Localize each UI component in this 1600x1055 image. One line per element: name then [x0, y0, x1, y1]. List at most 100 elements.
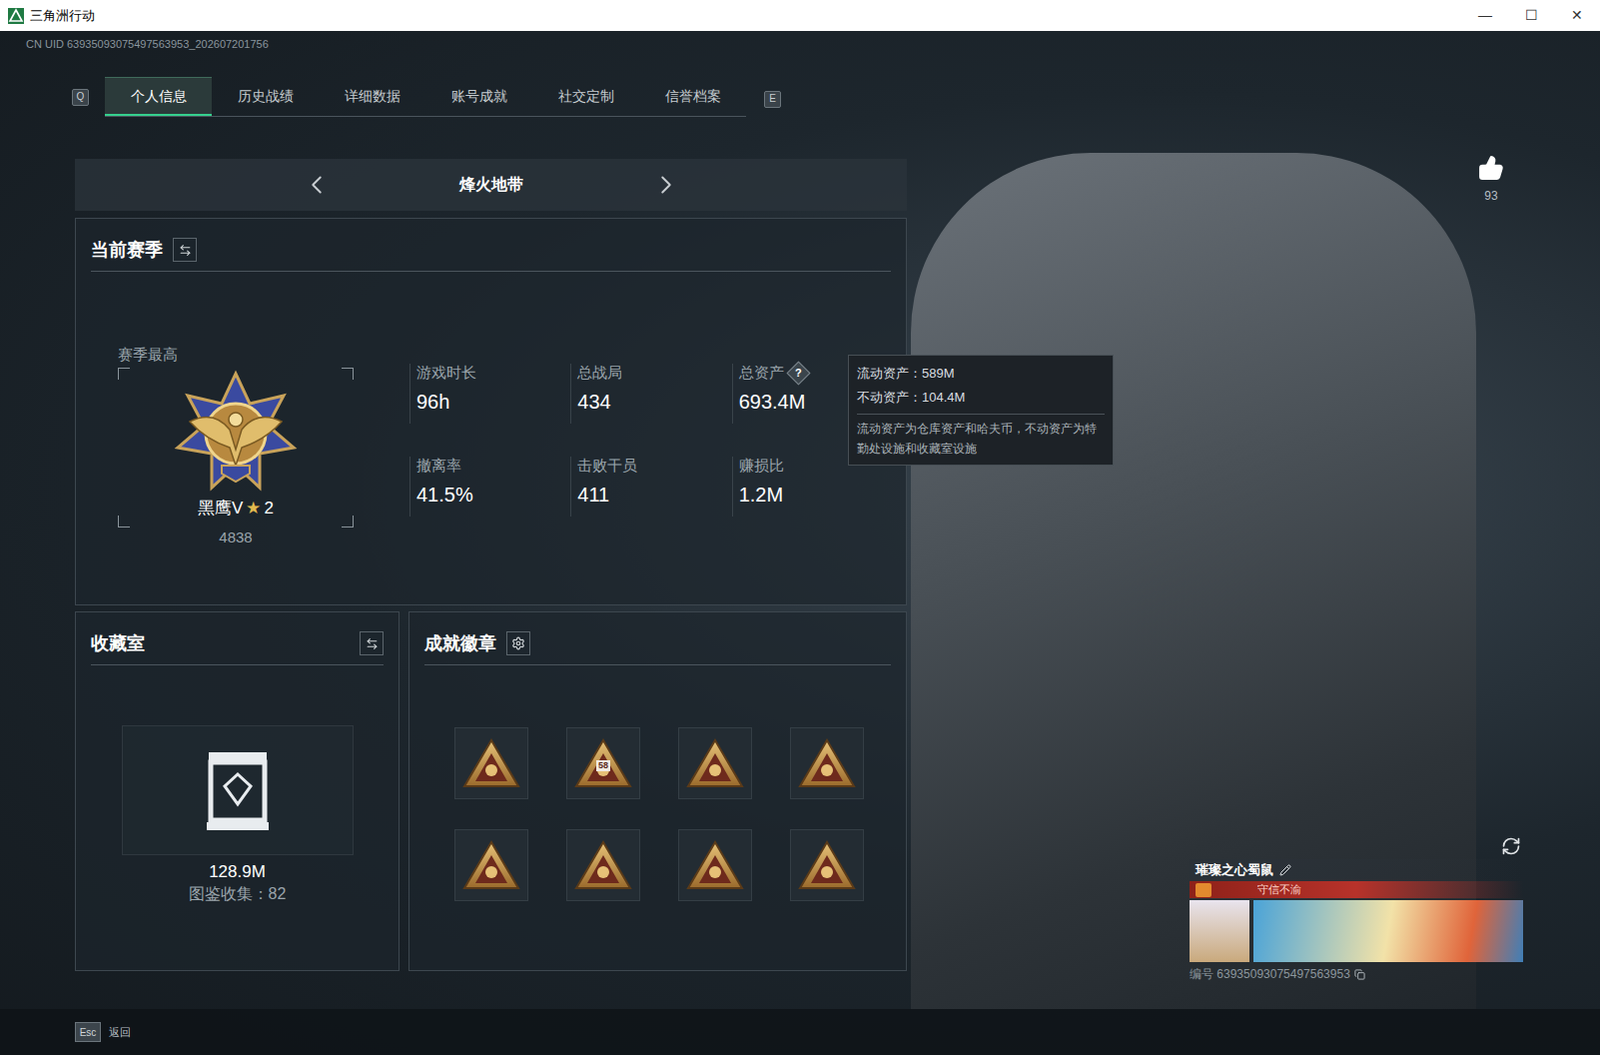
tab[interactable]: 个人信息 [104, 76, 212, 116]
season-header: 当前赛季 [90, 236, 891, 272]
tab[interactable]: 账号成就 [425, 76, 533, 116]
stat-label: 总资产 [739, 363, 785, 382]
profile-title: 守信不渝 [1257, 881, 1302, 897]
collection-switch-button[interactable] [359, 631, 384, 656]
profile-name: 璀璨之心蜀鼠 [1195, 859, 1274, 880]
tab[interactable]: 社交定制 [532, 76, 640, 116]
esc-key[interactable]: Esc [74, 1021, 101, 1042]
rank-name: 黑鹰V★2 [197, 497, 274, 520]
rank-badge-icon [169, 369, 302, 498]
switch-icon [365, 637, 379, 651]
like-count: 93 [1484, 186, 1498, 205]
window-title: 三角洲行动 [29, 5, 95, 26]
stat-value: 41.5% [416, 482, 585, 507]
footer-bar: Esc 返回 [0, 1008, 1600, 1055]
season-stats: 游戏时长96h总战局434总资产?693.4M撤离率41.5%击败干员411赚损… [409, 363, 891, 517]
vault-icon [202, 748, 273, 832]
next-tab-key[interactable]: E [764, 90, 782, 108]
achievements-settings-button[interactable] [506, 631, 531, 656]
prev-tab-key[interactable]: Q [71, 88, 89, 106]
collection-value: 128.9M [208, 860, 266, 883]
window-control-button[interactable]: ✕ [1554, 0, 1600, 31]
panel-divider [90, 270, 891, 272]
achievement-badge[interactable] [678, 727, 753, 800]
avatar-image [1189, 899, 1250, 962]
refresh-icon[interactable] [1501, 835, 1522, 856]
panel-title: 收藏室 [90, 631, 145, 656]
panel-title: 当前赛季 [90, 237, 163, 262]
panel-divider [90, 664, 384, 666]
profile-id: 编号 63935093075497563953 [1189, 964, 1351, 983]
panel-title: 成就徽章 [424, 631, 497, 656]
app-window: 三角洲行动 —☐✕ CN UID 63935093075497563953_2026… [0, 0, 1600, 1055]
window-control-button[interactable]: ☐ [1508, 0, 1555, 31]
left-column: CN UID 63935093075497563953_202607201756… [0, 30, 907, 1009]
thumbs-up-icon [1478, 154, 1505, 181]
season-panel: 当前赛季赛季最高黑鹰V★24838游戏时长96h总战局434总资产?693.4M… [74, 217, 907, 606]
collection-header: 收藏室 [90, 630, 384, 666]
next-mode-icon[interactable] [651, 169, 682, 200]
tab[interactable]: 详细数据 [318, 76, 426, 116]
stat-cell: 赚损比 1.2M [732, 456, 907, 517]
achievement-badge[interactable] [678, 828, 753, 901]
stat-value: 96h [416, 389, 585, 414]
switch-icon [178, 243, 192, 257]
banner-image [1253, 899, 1524, 962]
app-logo-icon [7, 7, 24, 24]
tooltip-line: 流动资产：589M [856, 361, 1105, 386]
stat-label: 撤离率 [416, 456, 462, 475]
achievement-badge[interactable] [790, 727, 864, 800]
achievement-badge-icon [685, 737, 746, 790]
stat-label: 总战局 [577, 363, 623, 382]
stat-value: 1.2M [739, 482, 907, 507]
title-bar: 三角洲行动 —☐✕ [0, 0, 1600, 31]
rank-score: 4838 [117, 527, 354, 548]
uid-text: CN UID 63935093075497563953_202607201756 [25, 36, 907, 51]
tooltip-line: 不动资产：104.4M [856, 385, 1105, 410]
stat-value: 434 [577, 389, 746, 414]
season-switch-button[interactable] [172, 237, 197, 262]
collection-catalog: 图鉴收集：82 [188, 882, 287, 905]
tab[interactable]: 信誉档案 [639, 76, 747, 116]
badge-grid: 58 [454, 727, 864, 901]
achievement-badge[interactable] [454, 828, 529, 901]
window-control-button[interactable]: — [1462, 0, 1509, 31]
stat-value: 411 [577, 482, 746, 507]
mode-selector: 烽火地带 [74, 158, 907, 211]
edit-icon[interactable] [1279, 863, 1292, 876]
achievements-panel: 成就徽章 58 [408, 611, 907, 971]
back-label[interactable]: 返回 [108, 1023, 131, 1041]
achievement-badge[interactable] [566, 828, 641, 901]
stat-cell: 撤离率 41.5% [409, 456, 585, 517]
profile-card: 璀璨之心蜀鼠守信不渝编号 63935093075497563953 [1189, 858, 1524, 983]
tooltip-note: 流动资产为仓库资产和哈夫币，不动资产为特勤处设施和收藏室设施 [856, 418, 1105, 459]
prev-mode-icon[interactable] [301, 169, 332, 200]
achievement-badge[interactable]: 58 [566, 727, 641, 800]
profile-title-bar: 守信不渝 [1189, 880, 1524, 898]
achievement-badge-icon [461, 737, 522, 790]
stat-cell: 击败干员 411 [570, 456, 746, 517]
season-best: 赛季最高黑鹰V★2 4838 [117, 345, 354, 548]
achievement-badge-icon [461, 838, 522, 891]
achievement-badge[interactable] [454, 727, 529, 800]
stat-label: 击败干员 [577, 456, 638, 475]
mode-label: 烽火地带 [441, 172, 542, 197]
stat-cell: 总战局 434 [570, 363, 746, 424]
tab[interactable]: 历史战绩 [211, 76, 319, 116]
achievement-badge-icon [573, 838, 634, 891]
help-icon[interactable]: ? [786, 360, 810, 385]
stat-label: 游戏时长 [416, 363, 477, 382]
achievement-badge-icon [797, 737, 857, 790]
badge-number: 58 [596, 760, 611, 772]
panel-divider [424, 664, 891, 666]
character-area: 93 璀璨之心蜀鼠守信不渝编号 63935093075497563953 [906, 30, 1600, 1009]
copy-icon[interactable] [1354, 968, 1366, 980]
achievement-badge-icon [797, 838, 857, 891]
stat-label: 赚损比 [739, 456, 785, 475]
season-best-label: 赛季最高 [117, 345, 354, 364]
game-screen: CN UID 63935093075497563953_202607201756… [0, 30, 1600, 1055]
vault-frame [121, 725, 354, 855]
achievement-badge[interactable] [790, 828, 864, 901]
tab-bar: Q 个人信息历史战绩详细数据账号成就社交定制信誉档案 E [71, 76, 907, 117]
like-button[interactable]: 93 [1478, 154, 1505, 205]
